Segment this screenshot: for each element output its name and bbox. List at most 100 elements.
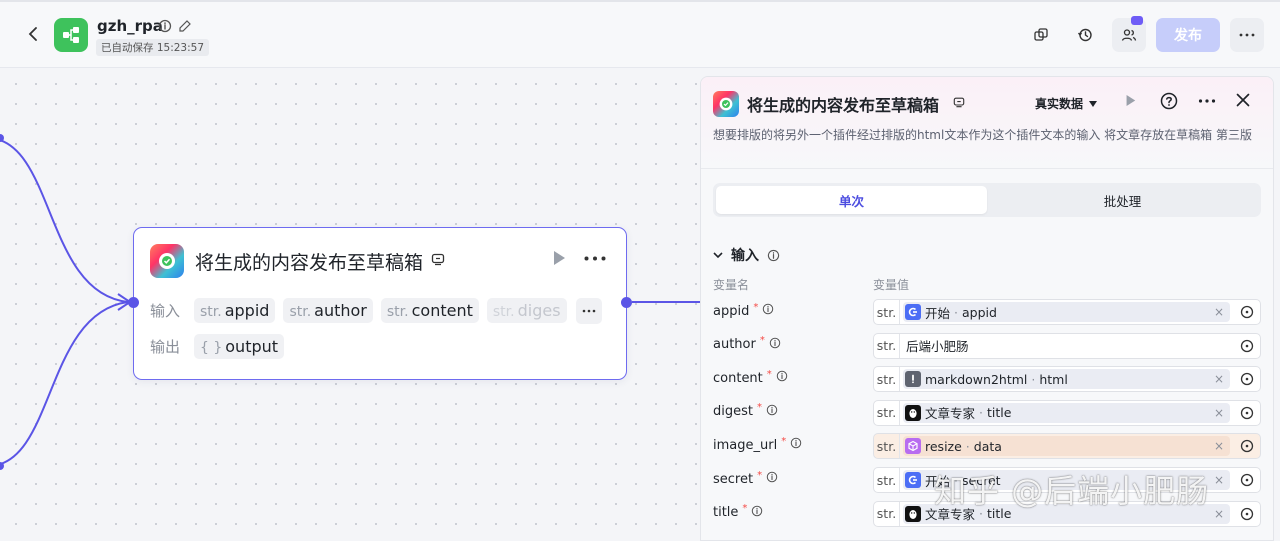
input-chip: str. appid: [194, 298, 276, 323]
info-icon[interactable]: [790, 437, 802, 453]
reference-separator: ·: [1031, 371, 1036, 387]
variable-row: title * str. 文章专家 · title ×: [713, 500, 1261, 527]
clear-reference-icon[interactable]: ×: [1214, 507, 1224, 521]
variable-row: digest * str. 文章专家 · title ×: [713, 399, 1261, 426]
variable-reference[interactable]: markdown2html · html ×: [903, 369, 1230, 390]
reference-source: 开始: [925, 305, 951, 321]
plugin-badge-icon: [431, 252, 445, 270]
variable-value-field[interactable]: str. markdown2html · html ×: [873, 366, 1261, 393]
variable-reference[interactable]: 文章专家 · title ×: [903, 503, 1230, 524]
run-mode-tabs: 单次 批处理: [713, 183, 1261, 217]
input-label: 输入: [150, 302, 181, 320]
copy-button[interactable]: [1024, 18, 1058, 52]
more-button[interactable]: [1230, 18, 1264, 52]
variable-value-field[interactable]: str. 后端小肥肠: [873, 332, 1261, 359]
variable-picker-icon[interactable]: [1236, 339, 1258, 353]
type-selector[interactable]: str.: [874, 434, 900, 459]
reference-separator: ·: [965, 438, 970, 454]
help-button[interactable]: [1160, 92, 1178, 114]
alert-icon: [905, 371, 921, 388]
more-icon: [582, 309, 596, 313]
input-section-header[interactable]: 输入: [713, 245, 780, 265]
node-output-port[interactable]: [621, 297, 632, 308]
reference-field: appid: [962, 304, 997, 320]
penguin-icon: [905, 505, 921, 522]
plugin-node[interactable]: 将生成的内容发布至草稿箱 输入 str. appid str. author str…: [128, 227, 632, 380]
variable-name: title *: [713, 503, 763, 521]
variable-value-field[interactable]: str. 开始 · secret ×: [873, 467, 1261, 493]
panel-more-button[interactable]: [1198, 92, 1216, 114]
tab-batch[interactable]: 批处理: [987, 186, 1258, 214]
more-inputs-button[interactable]: [576, 298, 602, 324]
variable-value-field[interactable]: str. 开始 · appid ×: [873, 299, 1261, 325]
info-icon[interactable]: [767, 249, 780, 262]
required-marker: *: [766, 368, 772, 380]
info-icon[interactable]: [762, 303, 774, 319]
input-chip: str. author: [283, 298, 373, 323]
info-icon[interactable]: [766, 404, 778, 420]
info-icon[interactable]: [751, 505, 763, 521]
info-icon[interactable]: [769, 337, 781, 353]
edit-icon[interactable]: [178, 19, 192, 33]
type-selector[interactable]: str.: [874, 501, 900, 526]
data-mode-dropdown[interactable]: 真实数据: [1035, 95, 1098, 112]
clear-reference-icon[interactable]: ×: [1214, 305, 1224, 319]
back-button[interactable]: [22, 22, 44, 46]
variable-row: content * str. markdown2html · html ×: [713, 366, 1261, 393]
node-more-button[interactable]: [584, 250, 606, 265]
variable-picker-icon[interactable]: [1236, 406, 1258, 420]
collaborators-button[interactable]: [1112, 16, 1146, 52]
variable-name-label: secret: [713, 471, 754, 487]
info-icon[interactable]: [776, 370, 788, 386]
info-icon[interactable]: [158, 19, 172, 33]
type-selector[interactable]: str.: [874, 367, 900, 392]
variable-picker-icon[interactable]: [1236, 439, 1258, 453]
reference-source: resize: [925, 438, 962, 454]
variable-reference[interactable]: 文章专家 · title ×: [903, 402, 1230, 423]
more-icon: [1198, 99, 1216, 103]
variable-reference[interactable]: 开始 · secret ×: [903, 470, 1230, 490]
close-panel-button[interactable]: [1236, 93, 1250, 111]
panel-title: 将生成的内容发布至草稿箱: [747, 96, 940, 115]
column-header-value: 变量值: [873, 278, 910, 292]
tab-single[interactable]: 单次: [716, 186, 987, 214]
chevron-left-icon: [28, 27, 37, 41]
run-button[interactable]: [1125, 94, 1136, 111]
variable-picker-icon[interactable]: [1236, 507, 1258, 521]
type-selector[interactable]: str.: [874, 333, 900, 358]
publish-button[interactable]: 发布: [1156, 18, 1220, 52]
required-marker: *: [742, 503, 748, 515]
type-selector[interactable]: str.: [874, 300, 900, 324]
variable-picker-icon[interactable]: [1236, 372, 1258, 386]
notification-badge: [1131, 16, 1143, 25]
variable-picker-icon[interactable]: [1236, 305, 1258, 319]
node-config-panel: 将生成的内容发布至草稿箱 真实数据 想要排版的将另外一个插件经过排版的html文…: [700, 76, 1274, 541]
node-input-port[interactable]: [128, 297, 139, 308]
variable-picker-icon[interactable]: [1236, 473, 1258, 487]
variable-value-field[interactable]: str. 文章专家 · title ×: [873, 399, 1261, 426]
node-outputs: 输出 { } output: [150, 334, 285, 359]
variable-reference[interactable]: resize · data ×: [903, 436, 1230, 457]
autosave-status: 已自动保存 15:23:57: [96, 39, 209, 56]
clear-reference-icon[interactable]: ×: [1214, 372, 1224, 386]
variable-name: appid *: [713, 302, 774, 319]
variable-value-input[interactable]: 后端小肥肠: [906, 336, 1236, 355]
play-icon: [1126, 95, 1136, 106]
variable-value-field[interactable]: str. resize · data ×: [873, 433, 1261, 460]
type-selector[interactable]: str.: [874, 400, 900, 425]
run-node-button[interactable]: [552, 250, 566, 270]
workflow-canvas[interactable]: 将生成的内容发布至草稿箱 输入 str. appid str. author str…: [0, 68, 700, 541]
more-icon: [584, 256, 606, 261]
history-button[interactable]: [1068, 18, 1102, 52]
type-selector[interactable]: str.: [874, 468, 900, 492]
clear-reference-icon[interactable]: ×: [1214, 439, 1224, 453]
clear-reference-icon[interactable]: ×: [1214, 406, 1224, 420]
variable-value-field[interactable]: str. 文章专家 · title ×: [873, 500, 1261, 527]
variable-name-label: appid: [713, 303, 750, 319]
info-icon[interactable]: [766, 471, 778, 487]
required-marker: *: [759, 335, 765, 347]
users-icon: [1121, 29, 1137, 41]
variable-reference[interactable]: 开始 · appid ×: [903, 302, 1230, 322]
clear-reference-icon[interactable]: ×: [1214, 473, 1224, 487]
more-icon: [1239, 33, 1255, 37]
